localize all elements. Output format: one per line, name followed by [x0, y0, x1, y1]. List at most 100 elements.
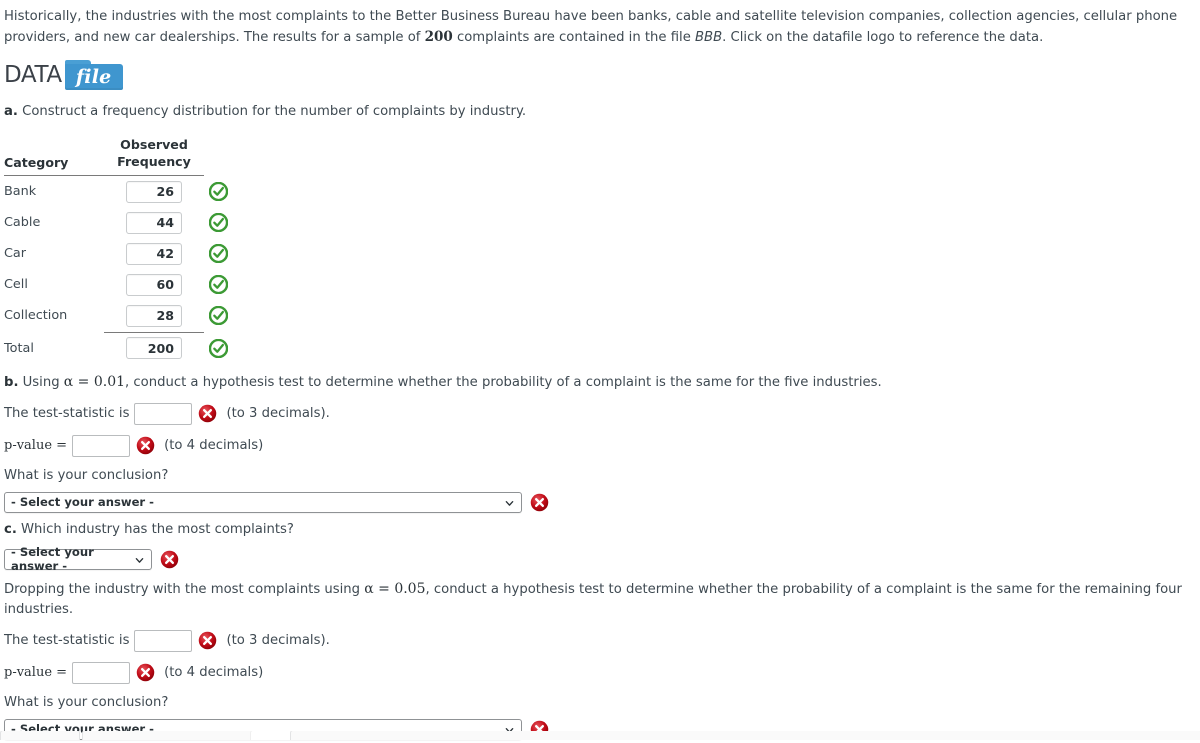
- correct-icon: [208, 274, 229, 295]
- part-b-label: b.: [4, 374, 19, 390]
- conclusion-select-b-value: - Select your answer -: [11, 495, 154, 509]
- header-status-spacer: [204, 136, 237, 174]
- incorrect-icon: [136, 436, 155, 455]
- correct-icon: [208, 212, 229, 233]
- table-row: Collection: [4, 300, 237, 331]
- row-value-cell-collection: [104, 300, 204, 331]
- table-row: Cable: [4, 207, 237, 238]
- bottom-cutoff-strip: [0, 730, 1200, 740]
- pvalue-note-b: (to 4 decimals): [164, 437, 264, 453]
- status-badge-industry-c: [160, 550, 179, 569]
- row-status-cable: [204, 207, 237, 238]
- row-status-collection: [204, 300, 237, 331]
- test-statistic-label-b: The test-statistic is: [4, 405, 130, 421]
- frequency-input-cable[interactable]: [126, 211, 182, 234]
- frequency-input-collection[interactable]: [126, 304, 182, 327]
- test-statistic-input-d[interactable]: [134, 629, 193, 652]
- test-statistic-note-d: (to 3 decimals).: [226, 632, 330, 648]
- incorrect-icon: [530, 493, 549, 512]
- intro-paragraph: Historically, the industries with the mo…: [0, 0, 1200, 48]
- cutoff-element-1: [0, 730, 80, 740]
- frequency-input-car[interactable]: [126, 242, 182, 265]
- status-badge-pvalue-b: [136, 436, 155, 455]
- status-badge-pvalue-d: [136, 663, 155, 682]
- row-category-collection: Collection: [4, 308, 68, 323]
- pvalue-label-b: p-value =: [4, 437, 68, 453]
- correct-icon: [208, 243, 229, 264]
- intro-text-part2: complaints are contained in the file: [452, 30, 695, 45]
- part-c-text: c. Which industry has the most complaint…: [4, 520, 1200, 540]
- section-d-pvalue-row: p-value = (to 4 decimals): [4, 661, 1200, 684]
- cutoff-element-4: [290, 730, 1200, 740]
- part-d-pre: Dropping the industry with the most comp…: [4, 581, 365, 597]
- incorrect-icon: [160, 550, 179, 569]
- frequency-input-total[interactable]: [126, 337, 182, 360]
- row-status-car: [204, 238, 237, 269]
- chevron-down-icon: [135, 554, 144, 563]
- table-total-row: Total: [4, 333, 237, 364]
- datafile-badge-label: file: [75, 66, 112, 88]
- part-d-text: Dropping the industry with the most comp…: [4, 579, 1200, 620]
- row-status-bank: [204, 176, 237, 208]
- status-badge-test-statistic-b: [198, 404, 217, 423]
- part-c-body: Which industry has the most complaints?: [16, 521, 294, 537]
- header-observed-frequency: Observed Frequency: [104, 136, 204, 174]
- test-statistic-note-b: (to 3 decimals).: [226, 405, 330, 421]
- part-b-text: b. Using α = 0.01, conduct a hypothesis …: [4, 372, 1200, 393]
- table-row: Car: [4, 238, 237, 269]
- section-b-test-statistic-row: The test-statistic is (to 3 decimals).: [4, 402, 1200, 425]
- part-b-pre: Using: [18, 374, 64, 390]
- row-value-cell-car: [104, 238, 204, 269]
- row-value-cell-cell: [104, 269, 204, 300]
- chevron-down-icon: [505, 497, 514, 506]
- correct-icon: [208, 338, 229, 358]
- section-b-pvalue-row: p-value = (to 4 decimals): [4, 434, 1200, 457]
- conclusion-select-b[interactable]: - Select your answer -: [4, 491, 522, 513]
- row-value-cell-total: [104, 333, 204, 364]
- row-value-cell-cable: [104, 207, 204, 238]
- header-category: Category: [4, 155, 69, 170]
- row-category-bank: Bank: [4, 184, 37, 199]
- row-status-cell: [204, 269, 237, 300]
- industry-select-c[interactable]: - Select your answer -: [4, 545, 152, 573]
- incorrect-icon: [198, 631, 217, 650]
- row-value-cell-bank: [104, 176, 204, 208]
- incorrect-icon: [136, 663, 155, 682]
- conclusion-question-b: What is your conclusion?: [4, 467, 169, 483]
- row-category-cable: Cable: [4, 215, 41, 230]
- frequency-input-cell[interactable]: [126, 273, 182, 296]
- status-badge-conclusion-b: [530, 493, 549, 512]
- table-row: Cell: [4, 269, 237, 300]
- row-category-cell: Cell: [4, 277, 28, 292]
- frequency-input-bank[interactable]: [126, 180, 182, 203]
- row-category-total: Total: [4, 340, 34, 356]
- row-category-car: Car: [4, 246, 27, 261]
- part-d-alpha: α = 0.05: [364, 580, 426, 597]
- pvalue-input-b[interactable]: [72, 434, 131, 457]
- table-row: Bank: [4, 176, 237, 208]
- section-b-conclusion-row: - Select your answer -: [4, 491, 1200, 513]
- conclusion-question-d: What is your conclusion?: [4, 694, 169, 710]
- pvalue-input-d[interactable]: [72, 661, 131, 684]
- part-b-alpha: α = 0.01: [63, 373, 126, 390]
- correct-icon: [208, 305, 229, 326]
- test-statistic-label-d: The test-statistic is: [4, 632, 130, 648]
- table-header-row: Category Observed Frequency: [4, 136, 237, 174]
- incorrect-icon: [198, 404, 217, 423]
- test-statistic-input-b[interactable]: [134, 402, 193, 425]
- part-a-label: a.: [4, 104, 18, 119]
- intro-text-part3: . Click on the datafile logo to referenc…: [722, 30, 1044, 45]
- datafile-logo-link[interactable]: DATA file: [4, 60, 123, 90]
- datafile-word: DATA: [4, 61, 62, 88]
- part-c-label: c.: [4, 521, 17, 537]
- status-badge-test-statistic-d: [198, 631, 217, 650]
- pvalue-note-d: (to 4 decimals): [164, 664, 264, 680]
- intro-file-name: BBB: [695, 30, 723, 45]
- header-observed-line2: Frequency: [117, 154, 191, 169]
- correct-icon: [208, 181, 229, 202]
- part-a-body: Construct a frequency distribution for t…: [17, 104, 527, 119]
- pvalue-label-d: p-value =: [4, 664, 68, 680]
- exercise-page: Historically, the industries with the mo…: [0, 0, 1200, 740]
- part-b-post: , conduct a hypothesis test to determine…: [125, 374, 882, 390]
- intro-sample-size: 200: [424, 29, 453, 45]
